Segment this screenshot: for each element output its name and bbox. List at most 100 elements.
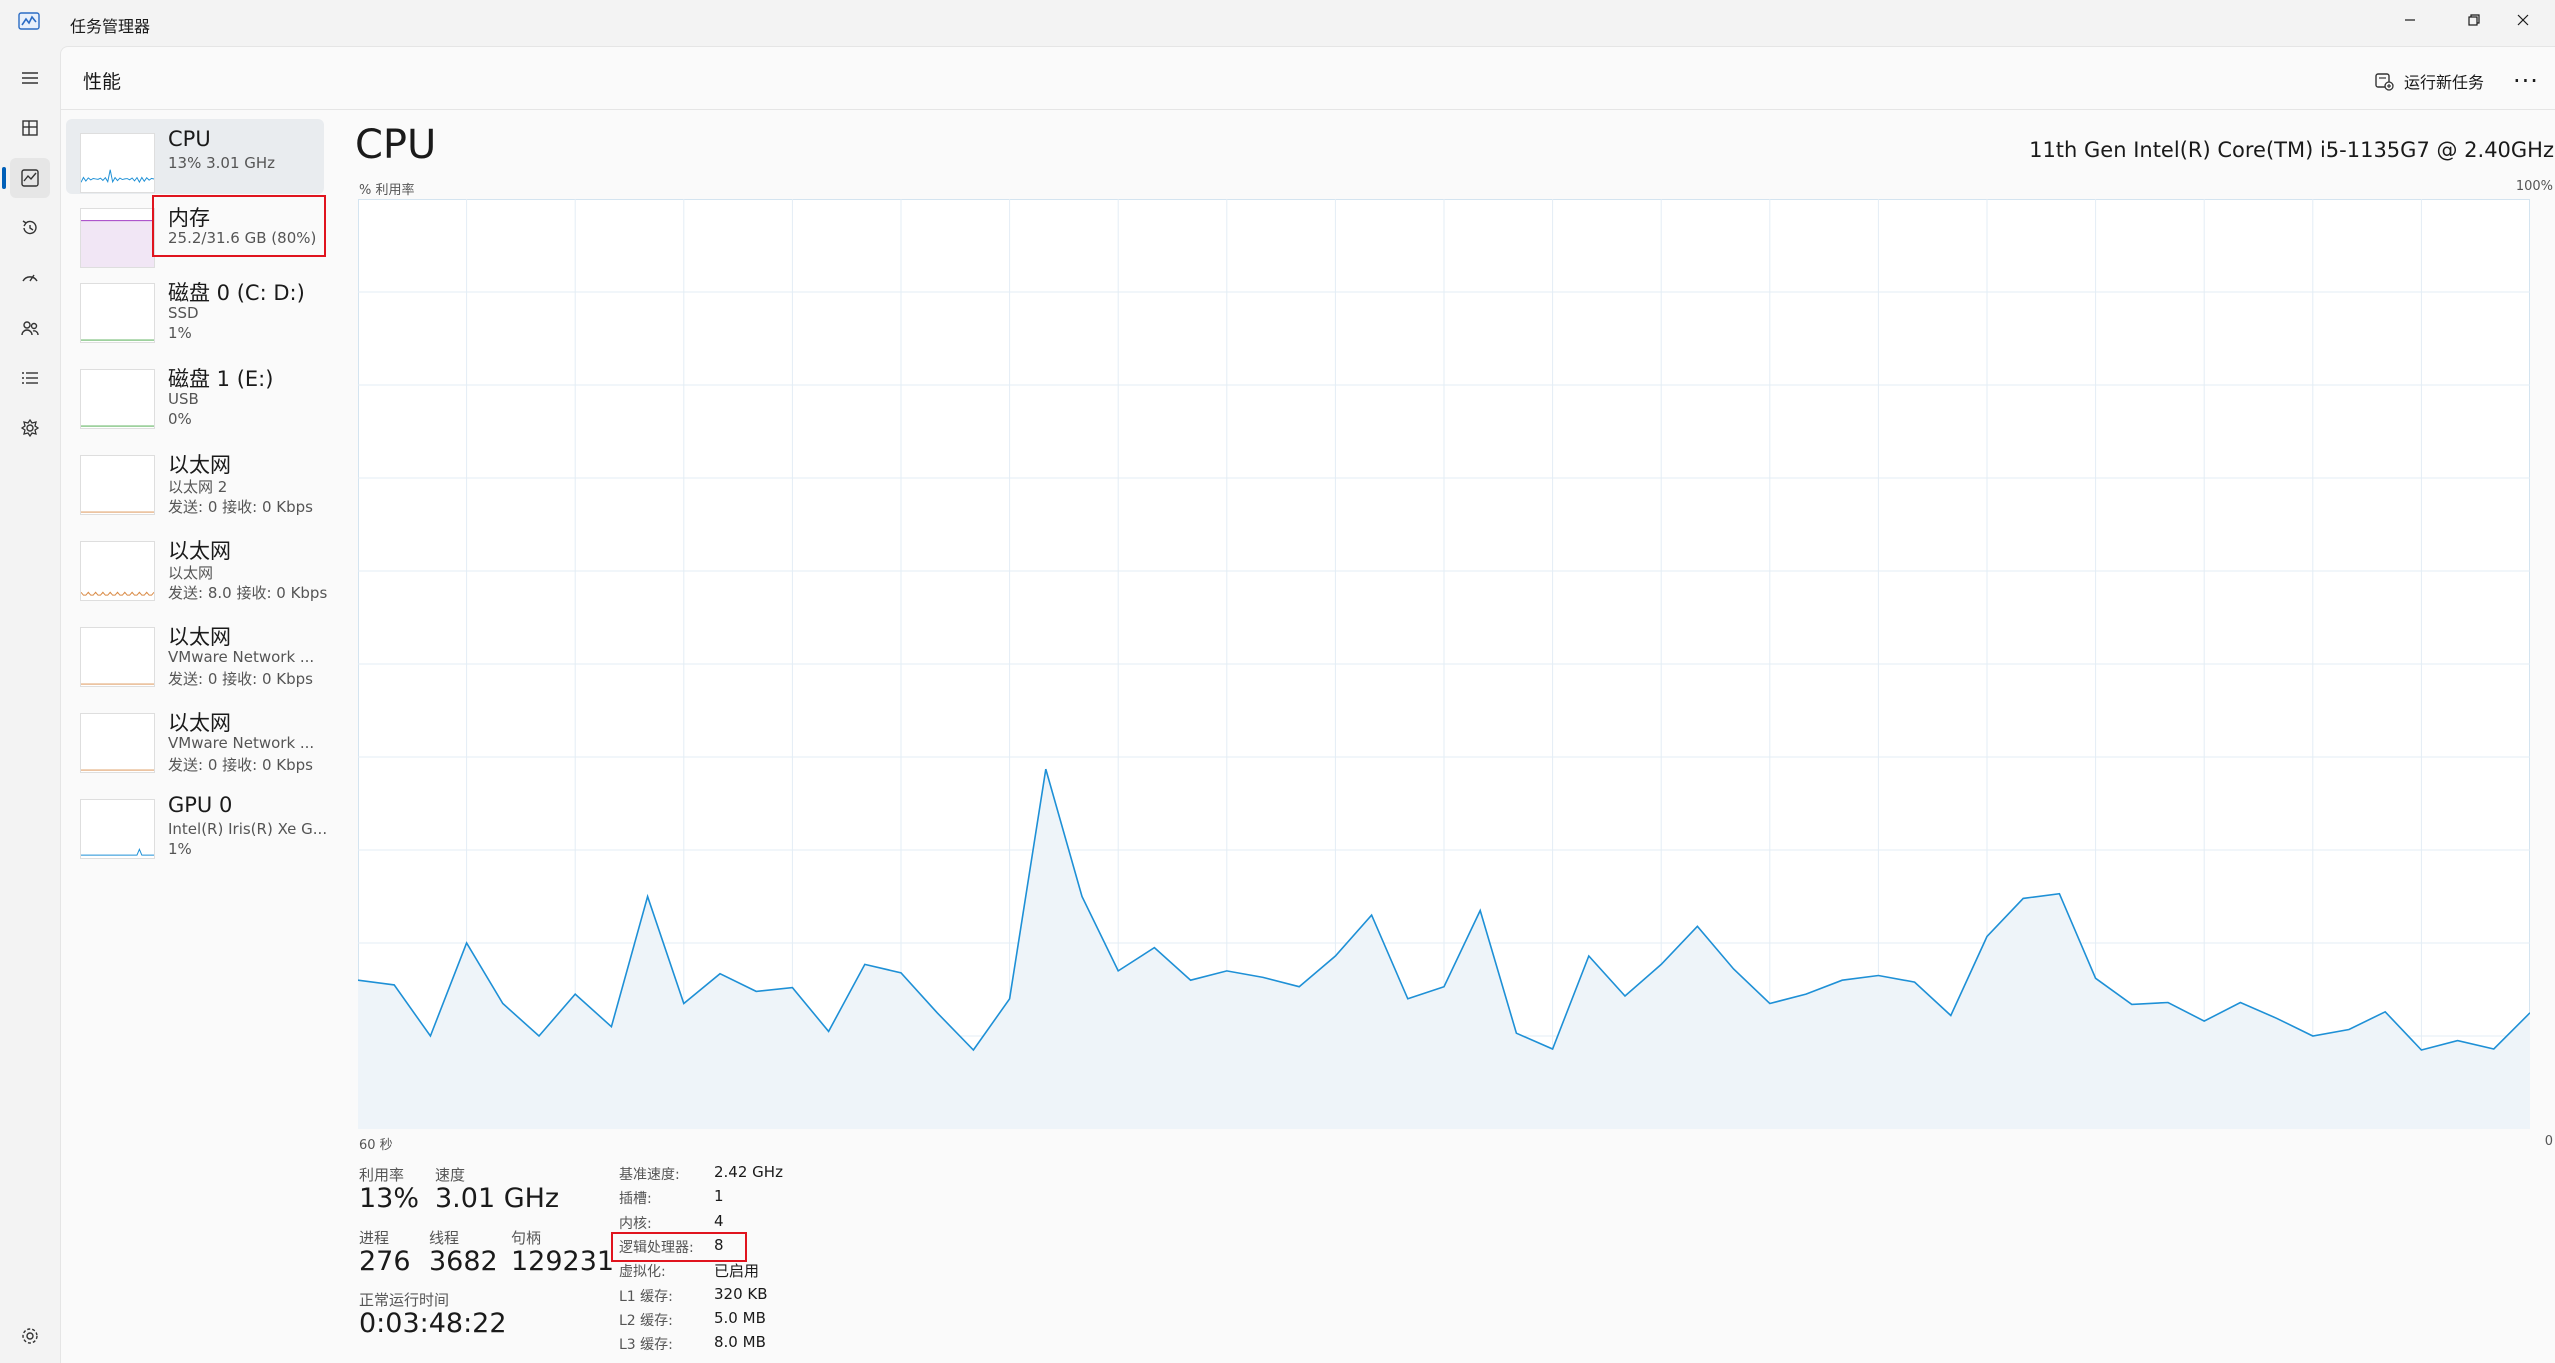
perf-item-subtitle: 以太网 2 — [168, 476, 227, 497]
perf-item-1[interactable]: 内存25.2/31.6 GB (80%) — [66, 194, 324, 269]
thumbnail-sparkline — [81, 800, 154, 858]
highlight-box — [611, 1232, 747, 1262]
perf-item-title: 以太网 — [168, 621, 231, 651]
perf-item-title: CPU — [168, 127, 211, 151]
y-axis-max-label: 100% — [2516, 179, 2553, 194]
perf-item-title: 以太网 — [168, 535, 231, 565]
perf-item-detail: 发送: 8.0 接收: 0 Kbps — [168, 582, 327, 603]
x-axis-left-label: 60 秒 — [359, 1134, 393, 1153]
nav-services[interactable] — [10, 408, 50, 448]
hamburger-menu-button[interactable] — [10, 58, 50, 98]
restore-icon — [2466, 12, 2482, 28]
perf-item-6[interactable]: 以太网VMware Network ... 发送: 0 接收: 0 Kbps — [66, 613, 324, 699]
threads-value: 3682 — [429, 1246, 498, 1277]
spec-value: 320 KB — [714, 1285, 768, 1303]
y-axis-label: % 利用率 — [359, 179, 415, 198]
thumbnail-sparkline — [81, 209, 154, 267]
details-icon — [19, 367, 41, 389]
handles-label: 句柄 — [511, 1227, 541, 1248]
more-options-button[interactable]: ··· — [2511, 69, 2541, 93]
perf-item-thumbnail — [80, 541, 155, 601]
navigation-rail — [0, 46, 60, 1362]
processes-label: 进程 — [359, 1227, 389, 1248]
performance-icon — [19, 167, 41, 189]
perf-item-subtitle: 13% 3.01 GHz — [168, 154, 275, 172]
threads-label: 线程 — [429, 1227, 459, 1248]
nav-settings[interactable] — [10, 1316, 50, 1356]
perf-item-thumbnail — [80, 455, 155, 515]
perf-item-0[interactable]: CPU 13% 3.01 GHz — [66, 119, 324, 194]
spec-label: 插槽: — [619, 1188, 652, 1208]
perf-item-subtitle: VMware Network ... — [168, 648, 314, 666]
close-button[interactable] — [2491, 0, 2555, 40]
perf-item-5[interactable]: 以太网以太网发送: 8.0 接收: 0 Kbps — [66, 527, 324, 613]
spec-label: L3 缓存: — [619, 1334, 673, 1354]
nav-details[interactable] — [10, 358, 50, 398]
services-icon — [19, 417, 41, 439]
spec-label: 基准速度: — [619, 1164, 680, 1184]
perf-item-detail: 发送: 0 接收: 0 Kbps — [168, 496, 313, 517]
highlight-box — [152, 195, 326, 257]
thumbnail-sparkline — [81, 628, 154, 686]
perf-item-3[interactable]: 磁盘 1 (E:)USB0% — [66, 355, 324, 441]
perf-item-2[interactable]: 磁盘 0 (C: D:)SSD1% — [66, 269, 324, 355]
spec-label: 内核: — [619, 1213, 652, 1233]
nav-performance[interactable] — [10, 158, 50, 198]
nav-processes[interactable] — [10, 108, 50, 148]
task-manager-app-icon — [18, 12, 40, 30]
perf-item-subtitle: VMware Network ... — [168, 734, 314, 752]
hamburger-menu-icon — [19, 67, 41, 89]
thumbnail-sparkline — [81, 714, 154, 772]
perf-item-detail: 发送: 0 接收: 0 Kbps — [168, 668, 313, 689]
nav-users[interactable] — [10, 308, 50, 348]
spec-label: 虚拟化: — [619, 1261, 666, 1281]
perf-item-title: 以太网 — [168, 449, 231, 479]
spec-value: 8.0 MB — [714, 1333, 766, 1351]
thumbnail-sparkline — [81, 284, 154, 342]
perf-item-subtitle: SSD — [168, 304, 199, 322]
spec-value: 4 — [714, 1212, 724, 1230]
processes-icon — [19, 117, 41, 139]
perf-item-4[interactable]: 以太网以太网 2发送: 0 接收: 0 Kbps — [66, 441, 324, 527]
perf-item-subtitle: 以太网 — [168, 562, 213, 583]
perf-item-subtitle: Intel(R) Iris(R) Xe G... — [168, 820, 327, 838]
perf-item-detail: 1% — [168, 840, 192, 858]
spec-value: 已启用 — [714, 1260, 759, 1281]
perf-item-title: 以太网 — [168, 707, 231, 737]
performance-resource-list: CPU13% 3.01 GHz内存25.2/31.6 GB (80%)磁盘 0 … — [66, 119, 324, 871]
startup-apps-icon — [19, 267, 41, 289]
settings-icon — [19, 1325, 41, 1347]
perf-item-detail: 发送: 0 接收: 0 Kbps — [168, 754, 313, 775]
spec-value: 1 — [714, 1187, 724, 1205]
header-divider — [61, 109, 2555, 110]
perf-item-8[interactable]: GPU 0 Intel(R) Iris(R) Xe G... 1% — [66, 785, 324, 871]
handles-value: 129231 — [511, 1246, 614, 1277]
perf-item-7[interactable]: 以太网VMware Network ... 发送: 0 接收: 0 Kbps — [66, 699, 324, 785]
thumbnail-sparkline — [81, 542, 154, 600]
perf-item-thumbnail — [80, 627, 155, 687]
active-nav-indicator — [2, 167, 6, 189]
x-axis-right-label: 0 — [2545, 1134, 2553, 1149]
spec-value: 5.0 MB — [714, 1309, 766, 1327]
utilization-value: 13% — [359, 1183, 419, 1214]
processes-value: 276 — [359, 1246, 411, 1277]
detail-title: CPU — [355, 122, 436, 168]
perf-item-thumbnail — [80, 133, 155, 193]
speed-value: 3.01 GHz — [435, 1183, 559, 1214]
thumbnail-sparkline — [81, 134, 154, 192]
app-history-icon — [19, 217, 41, 239]
run-new-task-button[interactable]: 运行新任务 — [2374, 65, 2484, 97]
perf-item-thumbnail — [80, 369, 155, 429]
run-new-task-label: 运行新任务 — [2404, 69, 2484, 93]
speed-label: 速度 — [435, 1164, 465, 1185]
uptime-value: 0:03:48:22 — [359, 1308, 507, 1339]
minimize-button[interactable] — [2378, 0, 2442, 40]
perf-item-title: GPU 0 — [168, 793, 232, 817]
nav-app-history[interactable] — [10, 208, 50, 248]
close-icon — [2515, 12, 2531, 28]
perf-item-title: 磁盘 0 (C: D:) — [168, 277, 305, 307]
nav-startup-apps[interactable] — [10, 258, 50, 298]
cpu-model: 11th Gen Intel(R) Core(TM) i5-1135G7 @ 2… — [2029, 138, 2554, 162]
window-title: 任务管理器 — [70, 13, 150, 37]
users-icon — [19, 317, 41, 339]
